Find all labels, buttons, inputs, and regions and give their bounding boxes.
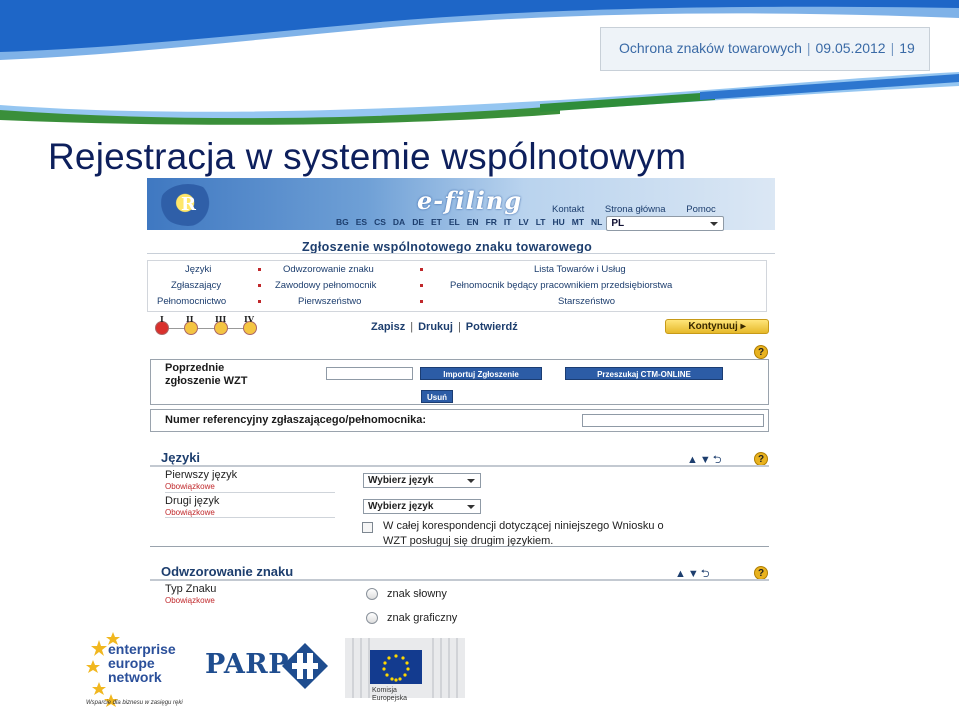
step-connector xyxy=(165,328,255,329)
help-icon[interactable]: ? xyxy=(754,452,768,466)
language-es[interactable]: ES xyxy=(353,216,370,229)
continue-button[interactable]: Kontynuuj ▸ xyxy=(665,319,769,334)
figurative-mark-radio[interactable] xyxy=(366,612,378,624)
step-label: IV xyxy=(244,314,254,324)
een-tagline: Wsparcie dla biznesu w zasięgu ręki xyxy=(86,700,183,706)
help-icon[interactable]: ? xyxy=(754,345,768,359)
slide-date: 09.05.2012 xyxy=(815,40,886,56)
link-pomoc[interactable]: Pomoc xyxy=(686,204,716,215)
nav-lista-towarow[interactable]: Lista Towarów i Usług xyxy=(534,264,626,275)
confirm-link[interactable]: Potwierdź xyxy=(466,321,518,333)
language-de[interactable]: DE xyxy=(409,216,427,229)
field-divider xyxy=(165,517,335,518)
eu-flag-icon xyxy=(370,650,422,684)
nav-odwzorowanie[interactable]: Odwzorowanie znaku xyxy=(283,264,374,275)
language-it[interactable]: IT xyxy=(501,216,515,229)
help-icon[interactable]: ? xyxy=(754,566,768,580)
field-divider xyxy=(165,492,335,493)
required-note: Obowiązkowe xyxy=(165,482,215,491)
delete-button[interactable]: Usuń xyxy=(421,390,453,403)
language-lv[interactable]: LV xyxy=(515,216,531,229)
slide-header-box: Ochrona znaków towarowych | 09.05.2012 | 19 xyxy=(600,27,930,71)
language-et[interactable]: ET xyxy=(428,216,445,229)
previous-label: Poprzednie zgłoszenie WZT xyxy=(165,362,248,387)
language-en[interactable]: EN xyxy=(464,216,482,229)
print-link[interactable]: Drukuj xyxy=(418,321,453,333)
header-separator: | xyxy=(890,40,895,56)
word-mark-radio[interactable] xyxy=(366,588,378,600)
language-cs[interactable]: CS xyxy=(371,216,389,229)
nav-pierwszenstwo[interactable]: Pierwszeństwo xyxy=(298,296,361,307)
continue-label: Kontynuuj xyxy=(688,321,738,332)
second-language-checkbox[interactable] xyxy=(362,522,373,533)
language-lt[interactable]: LT xyxy=(533,216,549,229)
nav-jezyki[interactable]: Języki xyxy=(185,264,211,275)
parp-logo-icon xyxy=(282,643,328,689)
second-language-label: Drugi język xyxy=(165,495,220,507)
required-note: Obowiązkowe xyxy=(165,508,215,517)
language-el[interactable]: EL xyxy=(446,216,463,229)
link-kontakt[interactable]: Kontakt xyxy=(552,204,584,215)
nav-bullet xyxy=(420,300,423,303)
nav-bullet xyxy=(258,284,261,287)
een-logo-text: enterprise europe network xyxy=(108,641,176,685)
nav-pelnomocnik-pracownik[interactable]: Pełnomocnik będący pracownikiem przedsię… xyxy=(450,280,672,291)
efiling-screenshot: R e-filing Kontakt Strona główna Pomoc B… xyxy=(147,178,775,628)
language-bar: BGESCSDADEETELENFRITLVLTHUMTNLPLPTROSKSL… xyxy=(333,216,725,231)
nav-bullet xyxy=(420,284,423,287)
nav-bullet xyxy=(258,300,261,303)
mark-type-label: Typ Znaku xyxy=(165,583,217,595)
ec-logo-text: Komisja Europejska xyxy=(372,687,408,702)
mark-section-title: Odwzorowanie znaku xyxy=(161,564,294,579)
reference-label: Numer referencyjny zgłaszającego/pełnomo… xyxy=(165,414,427,426)
form-title-divider xyxy=(147,253,775,254)
section-move-arrows-icon[interactable]: ▲▼⮌ xyxy=(675,565,712,584)
top-links: Kontakt Strona główna Pomoc xyxy=(552,204,734,215)
nav-zglaszajacy[interactable]: Zgłaszający xyxy=(171,280,221,291)
previous-application-input[interactable] xyxy=(326,367,413,380)
parp-logo-text: PARP xyxy=(205,649,290,680)
slide-header-title: Ochrona znaków towarowych xyxy=(619,40,802,56)
slide-page-number: 19 xyxy=(899,40,915,56)
languages-section-title: Języki xyxy=(161,450,201,465)
section-move-arrows-icon[interactable]: ▲▼⮌ xyxy=(687,451,724,470)
slide-title: Rejestracja w systemie wspólnotowym xyxy=(48,136,687,177)
language-da[interactable]: DA xyxy=(390,216,408,229)
efiling-brand: e-filing xyxy=(417,186,523,215)
step-label: III xyxy=(215,314,227,324)
nav-bullet xyxy=(258,268,261,271)
section-bottom-border xyxy=(150,546,769,547)
language-hu[interactable]: HU xyxy=(549,216,567,229)
first-language-label: Pierwszy język xyxy=(165,469,238,481)
language-bg[interactable]: BG xyxy=(333,216,352,229)
nav-bullet xyxy=(420,268,423,271)
search-ctm-button[interactable]: Przeszukaj CTM-ONLINE xyxy=(565,367,723,380)
language-mt[interactable]: MT xyxy=(569,216,587,229)
figurative-mark-label: znak graficzny xyxy=(387,612,458,624)
step-label: I xyxy=(160,314,164,324)
ohim-logo-icon: R xyxy=(159,184,217,226)
reference-input[interactable] xyxy=(582,414,764,427)
nav-zawodowy-pelnomocnik[interactable]: Zawodowy pełnomocnik xyxy=(275,280,376,291)
header-separator: | xyxy=(806,40,811,56)
step-label: II xyxy=(186,314,194,324)
word-mark-label: znak słowny xyxy=(387,588,447,600)
second-language-checkbox-label: W całej korespondencji dotyczącej niniej… xyxy=(383,520,664,547)
link-strona-glowna[interactable]: Strona główna xyxy=(605,204,666,215)
language-nl[interactable]: NL xyxy=(588,216,605,229)
form-title: Zgłoszenie wspólnotowego znaku towaroweg… xyxy=(302,240,593,254)
required-note: Obowiązkowe xyxy=(165,596,215,605)
section-divider xyxy=(150,465,769,467)
action-links: Zapisz | Drukuj | Potwierdź xyxy=(371,321,518,333)
language-pl[interactable]: PL xyxy=(606,216,725,231)
nav-pelnomocnictwo[interactable]: Pełnomocnictwo xyxy=(157,296,226,307)
save-link[interactable]: Zapisz xyxy=(371,321,405,333)
second-language-select[interactable]: Wybierz język xyxy=(363,499,481,514)
section-divider xyxy=(150,579,769,581)
import-button[interactable]: Importuj Zgłoszenie xyxy=(420,367,542,380)
language-fr[interactable]: FR xyxy=(483,216,500,229)
first-language-select[interactable]: Wybierz język xyxy=(363,473,481,488)
nav-starszenstwo[interactable]: Starszeństwo xyxy=(558,296,615,307)
